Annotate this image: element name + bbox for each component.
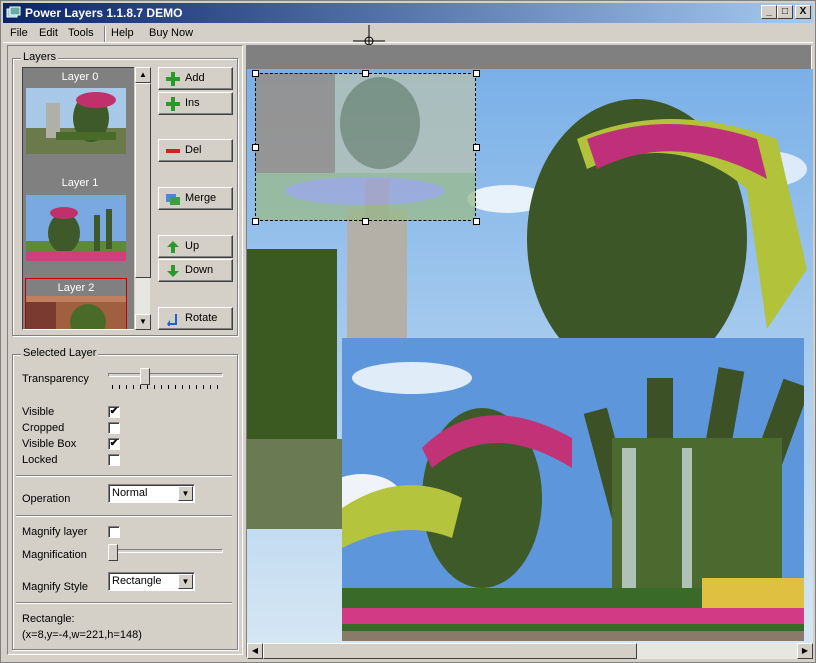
visible-box-label: Visible Box <box>22 438 77 450</box>
resize-handle-ne[interactable] <box>473 70 480 77</box>
add-layer-button[interactable]: Add <box>158 67 233 90</box>
layer-list-scrollbar[interactable]: ▲ ▼ <box>134 67 151 330</box>
selected-layer-label: Selected Layer <box>21 347 99 359</box>
resize-handle-se[interactable] <box>473 218 480 225</box>
magnify-style-select[interactable]: Rectangle ▼ <box>108 572 195 591</box>
layer-thumbnail-list[interactable]: Layer 0 Layer 1 Layer 2 <box>22 67 138 330</box>
magnification-label: Magnification <box>22 549 87 561</box>
resize-handle-nw[interactable] <box>252 70 259 77</box>
maximize-button[interactable]: □ <box>777 5 793 19</box>
arrow-down-icon <box>166 264 180 278</box>
transparency-knob[interactable] <box>139 368 150 385</box>
close-button[interactable]: X <box>795 5 811 19</box>
chevron-down-icon[interactable]: ▼ <box>178 486 193 501</box>
magnify-layer-label: Magnify layer <box>22 526 88 538</box>
scroll-thumb[interactable] <box>135 83 151 278</box>
left-panel: Layers Layer 0 Layer 1 Layer 2 ▲ ▼ Add I… <box>7 45 243 655</box>
menu-separator <box>104 26 106 42</box>
add-label: Add <box>185 72 205 84</box>
layer-1-canvas-image[interactable] <box>342 338 804 641</box>
move-down-button[interactable]: Down <box>158 259 233 282</box>
resize-handle-n[interactable] <box>362 70 369 77</box>
divider <box>16 475 232 477</box>
scroll-down-button[interactable]: ▼ <box>135 314 151 330</box>
operation-label: Operation <box>22 493 71 505</box>
layer-0-thumbnail[interactable] <box>26 88 126 154</box>
layer-2-header[interactable]: Layer 2 <box>25 278 127 296</box>
layer-2-thumbnail[interactable] <box>25 296 127 329</box>
horizontal-scrollbar[interactable]: ◀ ▶ <box>247 643 813 659</box>
chevron-down-icon[interactable]: ▼ <box>178 574 193 589</box>
title-bar[interactable]: Power Layers 1.1.8.7 DEMO <box>3 3 813 23</box>
magnification-knob[interactable] <box>108 544 118 561</box>
magnification-slider[interactable] <box>108 544 223 566</box>
menu-bar: File Edit Tools Help Buy Now <box>3 24 813 43</box>
selection-box[interactable] <box>255 73 476 221</box>
plus-icon <box>166 97 180 111</box>
rotate-button[interactable]: Rotate <box>158 307 233 330</box>
menu-file[interactable]: File <box>10 27 28 39</box>
menu-tools[interactable]: Tools <box>68 27 94 39</box>
transparency-slider[interactable] <box>108 368 223 390</box>
resize-handle-w[interactable] <box>252 144 259 151</box>
cropped-checkbox[interactable] <box>108 422 120 434</box>
merge-label: Merge <box>185 192 217 204</box>
visible-checkbox[interactable]: ✔ <box>108 406 120 418</box>
scroll-left-button[interactable]: ◀ <box>247 643 263 659</box>
transparency-ticks <box>112 385 222 389</box>
menu-buy-now[interactable]: Buy Now <box>149 27 193 39</box>
scroll-up-button[interactable]: ▲ <box>135 67 151 83</box>
magnification-track <box>108 549 223 553</box>
magnify-style-label: Magnify Style <box>22 581 89 593</box>
transparency-track <box>108 373 223 377</box>
locked-checkbox[interactable] <box>108 454 120 466</box>
layer-1-header[interactable]: Layer 1 <box>23 174 137 192</box>
scroll-right-button[interactable]: ▶ <box>797 643 813 659</box>
divider <box>16 515 232 517</box>
rotate-icon <box>166 312 180 328</box>
magnify-layer-checkbox[interactable] <box>108 526 120 538</box>
menu-help[interactable]: Help <box>111 27 134 39</box>
arrow-up-icon <box>166 240 180 254</box>
magnify-style-value: Rectangle <box>112 575 162 587</box>
plus-icon <box>166 72 180 86</box>
resize-handle-sw[interactable] <box>252 218 259 225</box>
up-label: Up <box>185 240 200 252</box>
ins-label: Ins <box>185 97 200 109</box>
resize-handle-s[interactable] <box>362 218 369 225</box>
operation-value: Normal <box>112 487 148 499</box>
visible-box-checkbox[interactable]: ✔ <box>108 438 120 450</box>
rectangle-value: (x=8,y=-4,w=221,h=148) <box>22 629 142 641</box>
minus-icon <box>166 144 180 158</box>
horizontal-scroll-thumb[interactable] <box>263 643 637 659</box>
layer-1-thumbnail[interactable] <box>26 195 126 261</box>
down-label: Down <box>185 264 214 276</box>
menu-edit[interactable]: Edit <box>39 27 58 39</box>
layers-group-label: Layers <box>21 51 59 63</box>
delete-layer-button[interactable]: Del <box>158 139 233 162</box>
divider <box>16 602 232 604</box>
move-up-button[interactable]: Up <box>158 235 233 258</box>
merge-icon <box>166 192 180 206</box>
window-title: Power Layers 1.1.8.7 DEMO <box>25 6 183 20</box>
insert-layer-button[interactable]: Ins <box>158 92 233 115</box>
app-window: Power Layers 1.1.8.7 DEMO _ □ X File Edi… <box>0 0 816 663</box>
del-label: Del <box>185 144 202 156</box>
app-icon <box>6 6 21 18</box>
minimize-button[interactable]: _ <box>761 5 777 19</box>
operation-select[interactable]: Normal ▼ <box>108 484 195 503</box>
layer-1-image <box>26 195 126 261</box>
rotate-label: Rotate <box>185 312 218 324</box>
image-canvas[interactable] <box>246 45 813 659</box>
cropped-label: Cropped <box>22 422 65 434</box>
layer-0-image <box>26 88 126 154</box>
rectangle-label: Rectangle: <box>22 613 75 625</box>
merge-layers-button[interactable]: Merge <box>158 187 233 210</box>
resize-handle-e[interactable] <box>473 144 480 151</box>
locked-label: Locked <box>22 454 58 466</box>
visible-label: Visible <box>22 406 55 418</box>
layer-2-image <box>26 296 126 329</box>
layer-0-header[interactable]: Layer 0 <box>23 68 137 86</box>
transparency-label: Transparency <box>22 373 89 385</box>
